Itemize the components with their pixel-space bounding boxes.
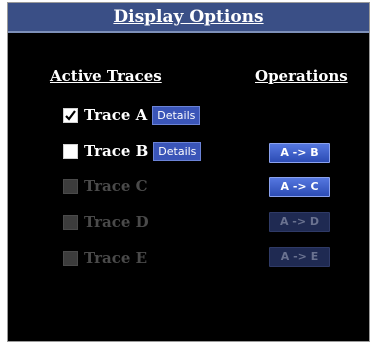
trace-d-label: Trace D [84, 213, 149, 231]
trace-b-details-button[interactable]: Details [153, 141, 202, 161]
active-traces-header: Active Traces [50, 67, 162, 85]
display-options-panel: Display Options Active Traces Operations… [7, 2, 370, 342]
operations-header: Operations [255, 67, 348, 85]
op-a-to-d-button: A -> D [269, 212, 330, 232]
title-bar: Display Options [8, 3, 369, 33]
trace-b-label: Trace B [84, 142, 149, 160]
trace-row-a: Trace A Details [63, 105, 201, 125]
trace-b-checkbox[interactable] [63, 143, 78, 159]
trace-e-checkbox [63, 250, 78, 266]
trace-a-checkbox[interactable] [63, 107, 78, 123]
op-a-to-b-button[interactable]: A -> B [269, 143, 330, 163]
op-a-to-c-button[interactable]: A -> C [269, 177, 330, 197]
trace-d-checkbox [63, 214, 78, 230]
trace-row-b: Trace B Details [63, 141, 202, 161]
trace-c-checkbox [63, 178, 78, 194]
trace-a-details-button[interactable]: Details [152, 105, 201, 125]
op-a-to-e-button: A -> E [269, 247, 330, 267]
trace-c-label: Trace C [84, 177, 148, 195]
checkmark-icon [65, 109, 76, 121]
trace-row-c: Trace C [63, 176, 153, 196]
panel-title: Display Options [113, 7, 264, 27]
trace-row-e: Trace E [63, 248, 152, 268]
trace-e-label: Trace E [84, 249, 148, 267]
trace-a-label: Trace A [84, 106, 148, 124]
trace-row-d: Trace D [63, 212, 154, 232]
